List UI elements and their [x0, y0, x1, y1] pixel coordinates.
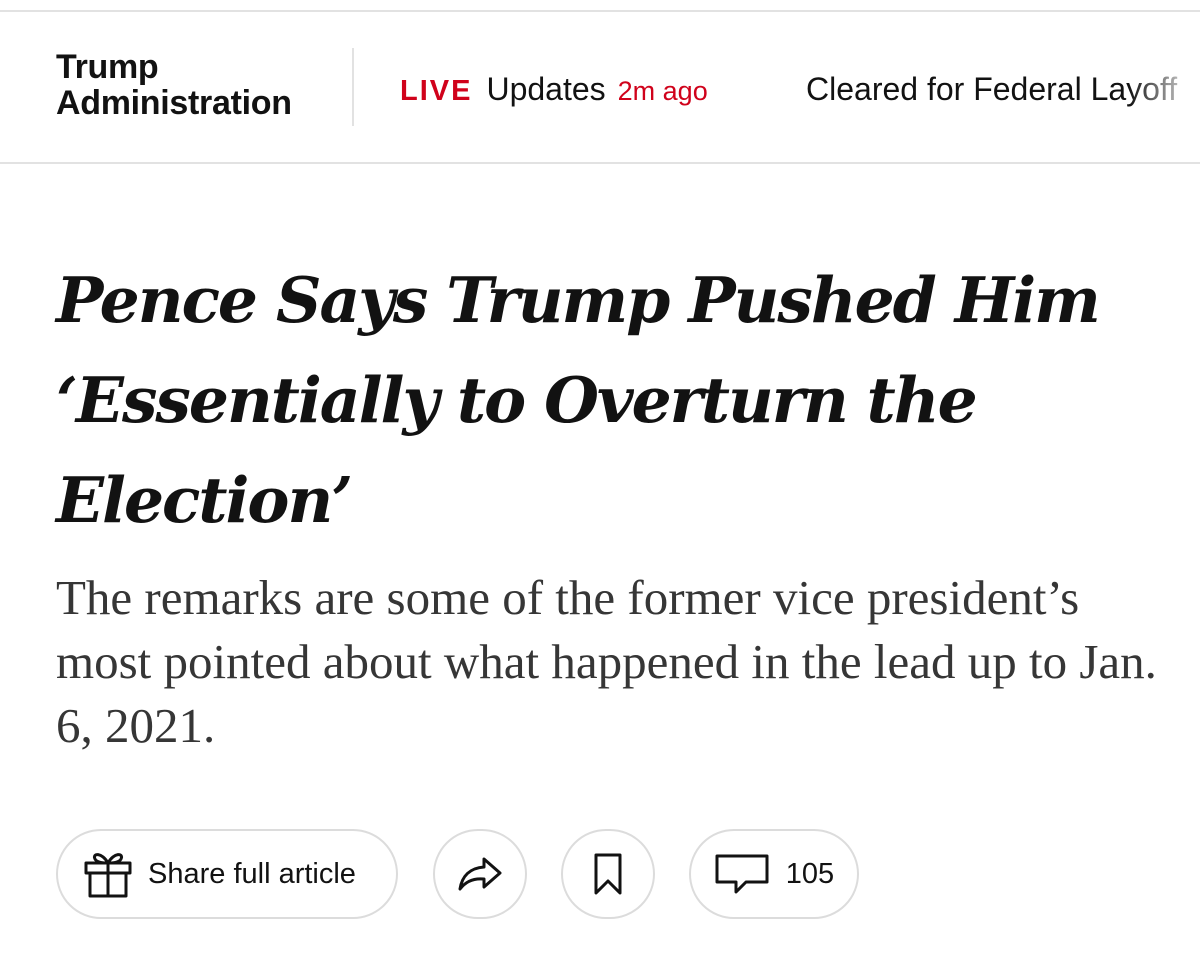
gift-icon [82, 848, 134, 900]
article-actions-toolbar: Share full article 105 [56, 828, 859, 920]
nav-divider [352, 48, 354, 126]
bookmark-icon [592, 852, 624, 896]
live-badge: LIVE [400, 75, 473, 107]
share-arrow-icon [456, 854, 504, 894]
share-arrow-button[interactable] [433, 829, 527, 919]
live-updates-link[interactable]: LIVE Updates 2m ago [400, 71, 708, 108]
nav-next-story-link[interactable]: Cleared for Federal Layoff [806, 71, 1200, 108]
article-summary: The remarks are some of the former vice … [56, 570, 1157, 753]
top-rule [0, 0, 1200, 12]
live-updates-label: Updates [486, 71, 606, 107]
comment-count: 105 [785, 857, 835, 890]
share-full-article-button[interactable]: Share full article [56, 829, 398, 919]
save-bookmark-button[interactable] [561, 829, 655, 919]
section-nav-bar: Trump Administration LIVE Updates 2m ago… [0, 12, 1200, 164]
comment-bubble-icon [714, 853, 770, 895]
article-headline: Pence Says Trump Pushed Him ‘Essentially… [56, 263, 1101, 537]
section-label-line2: Administration [56, 84, 292, 122]
section-label-line1: Trump [56, 48, 159, 86]
share-button-label: Share full article [148, 857, 356, 890]
comments-button[interactable]: 105 [689, 829, 859, 919]
section-label-link[interactable]: Trump Administration [56, 49, 292, 121]
live-timestamp: 2m ago [617, 76, 708, 106]
